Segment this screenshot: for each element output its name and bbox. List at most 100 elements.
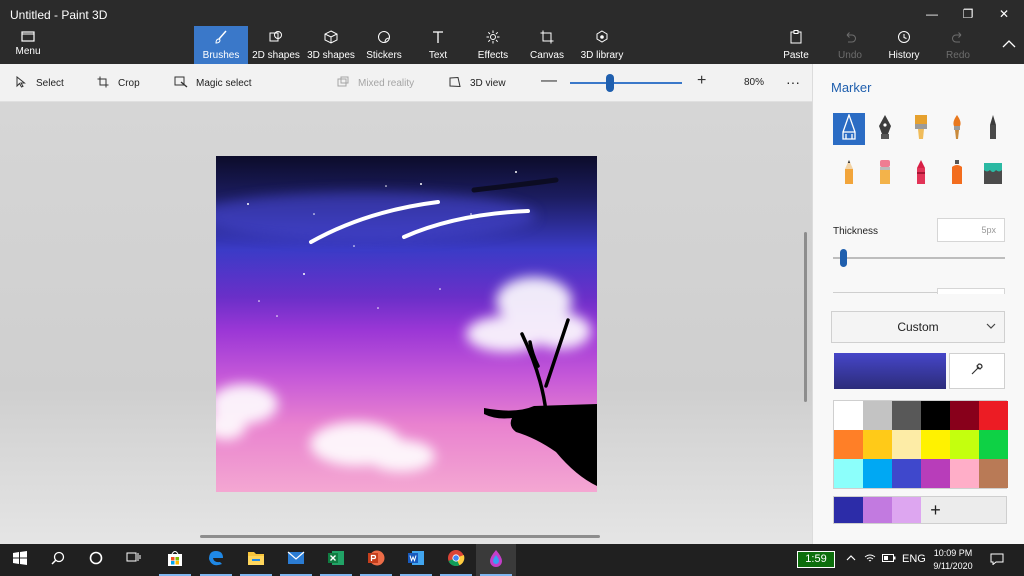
crayon-button[interactable]: [905, 158, 937, 190]
battery-timer[interactable]: 1:59: [797, 551, 835, 568]
redo-button[interactable]: Redo: [942, 26, 974, 64]
pixel-pen-icon: [983, 114, 1003, 145]
more-options-button[interactable]: ···: [786, 74, 800, 90]
color-mode-dropdown[interactable]: Custom: [831, 311, 1005, 343]
color-swatch[interactable]: [950, 430, 979, 459]
thickness-slider-track[interactable]: [833, 257, 1005, 259]
drawing-canvas[interactable]: [216, 156, 597, 492]
color-swatch[interactable]: [863, 459, 892, 488]
store-app[interactable]: [155, 544, 195, 576]
select-button[interactable]: Select: [14, 75, 64, 91]
maximize-button[interactable]: ❐: [950, 4, 986, 24]
color-swatch[interactable]: [834, 401, 863, 430]
cursor-icon: [14, 75, 28, 91]
cortana-button[interactable]: [76, 544, 116, 576]
crop-icon: [96, 76, 110, 91]
undo-button[interactable]: Undo: [834, 26, 866, 64]
color-swatch[interactable]: [892, 430, 921, 459]
pencil-button[interactable]: [833, 158, 865, 190]
clock[interactable]: 10:09 PM 9/11/2020: [925, 547, 981, 573]
recent-color-swatch[interactable]: [834, 497, 863, 523]
color-swatch[interactable]: [979, 401, 1008, 430]
color-swatch[interactable]: [892, 459, 921, 488]
horizontal-scrollbar[interactable]: [200, 535, 600, 538]
thickness-label: Thickness: [833, 226, 879, 237]
close-button[interactable]: ✕: [986, 4, 1022, 24]
color-swatch[interactable]: [892, 401, 921, 430]
tab-brushes[interactable]: Brushes: [194, 26, 248, 64]
task-view-button[interactable]: [114, 544, 154, 576]
zoom-slider-track[interactable]: [570, 82, 682, 84]
edge-app[interactable]: [196, 544, 236, 576]
recent-color-swatch[interactable]: [863, 497, 892, 523]
tab-3d-library[interactable]: 3D library: [578, 26, 626, 64]
color-swatch[interactable]: [950, 401, 979, 430]
color-swatch[interactable]: [921, 430, 950, 459]
language-indicator[interactable]: ENG: [902, 553, 926, 565]
eyedropper-button[interactable]: [949, 353, 1005, 389]
excel-app[interactable]: [316, 544, 356, 576]
thickness-slider-thumb[interactable]: [840, 249, 848, 267]
redo-label: Redo: [946, 50, 970, 61]
pixel-pen-button[interactable]: [977, 113, 1009, 145]
show-hidden-icons-button[interactable]: [846, 553, 856, 565]
eraser-button[interactable]: [869, 158, 901, 190]
color-swatch[interactable]: [834, 459, 863, 488]
history-button[interactable]: History: [884, 26, 924, 64]
add-color-button[interactable]: +: [921, 497, 950, 523]
zoom-in-button[interactable]: +: [697, 72, 706, 90]
spray-can-button[interactable]: [941, 158, 973, 190]
watercolor-button[interactable]: [941, 113, 973, 145]
tab-stickers[interactable]: Stickers: [362, 26, 406, 64]
zoom-out-button[interactable]: —: [541, 72, 557, 90]
start-button[interactable]: [0, 544, 40, 576]
vertical-scrollbar[interactable]: [804, 232, 807, 402]
menu-button[interactable]: Menu: [8, 30, 48, 60]
search-button[interactable]: [38, 544, 78, 576]
mixed-reality-button[interactable]: Mixed reality: [336, 76, 414, 91]
tab-3d-shapes[interactable]: 3D shapes: [304, 26, 358, 64]
file-explorer-app[interactable]: [236, 544, 276, 576]
shapes-2d-icon: [250, 30, 302, 46]
chrome-app[interactable]: [436, 544, 476, 576]
color-swatch[interactable]: [979, 430, 1008, 459]
pencil-icon: [839, 159, 859, 190]
calligraphy-pen-button[interactable]: [869, 113, 901, 145]
color-swatch[interactable]: [979, 459, 1008, 488]
workspace: [0, 102, 812, 544]
wifi-icon[interactable]: [864, 553, 876, 566]
tab-2d-shapes[interactable]: 2D shapes: [250, 26, 302, 64]
color-swatch[interactable]: [921, 459, 950, 488]
marker-brush-button[interactable]: [833, 112, 865, 145]
paint3d-app[interactable]: [476, 544, 516, 576]
thickness-input[interactable]: 5px: [937, 218, 1005, 242]
color-swatch[interactable]: [921, 401, 950, 430]
opacity-input[interactable]: [937, 288, 1005, 294]
paste-button[interactable]: Paste: [780, 26, 812, 64]
tab-text[interactable]: Text: [420, 26, 456, 64]
tab-label: Effects: [477, 50, 509, 61]
action-center-icon[interactable]: [990, 553, 1004, 568]
magic-select-icon: [174, 76, 188, 91]
tab-canvas[interactable]: Canvas: [528, 26, 566, 64]
recent-color-swatch[interactable]: [892, 497, 921, 523]
magic-select-button[interactable]: Magic select: [174, 76, 252, 91]
color-swatch[interactable]: [863, 401, 892, 430]
mail-app[interactable]: [276, 544, 316, 576]
crop-button[interactable]: Crop: [96, 76, 140, 91]
oil-brush-button[interactable]: [905, 113, 937, 145]
collapse-ribbon-icon[interactable]: [1002, 36, 1016, 52]
3d-view-button[interactable]: 3D view: [448, 76, 506, 91]
zoom-slider-thumb[interactable]: [606, 74, 615, 92]
color-swatch[interactable]: [834, 430, 863, 459]
color-swatch[interactable]: [863, 430, 892, 459]
clock-date: 9/11/2020: [933, 561, 973, 571]
current-color-swatch[interactable]: [834, 353, 946, 389]
minimize-button[interactable]: —: [914, 4, 950, 24]
battery-icon[interactable]: [882, 553, 896, 565]
tab-effects[interactable]: Effects: [472, 26, 514, 64]
fill-bucket-button[interactable]: [977, 158, 1009, 190]
word-app[interactable]: [396, 544, 436, 576]
powerpoint-app[interactable]: [356, 544, 396, 576]
color-swatch[interactable]: [950, 459, 979, 488]
